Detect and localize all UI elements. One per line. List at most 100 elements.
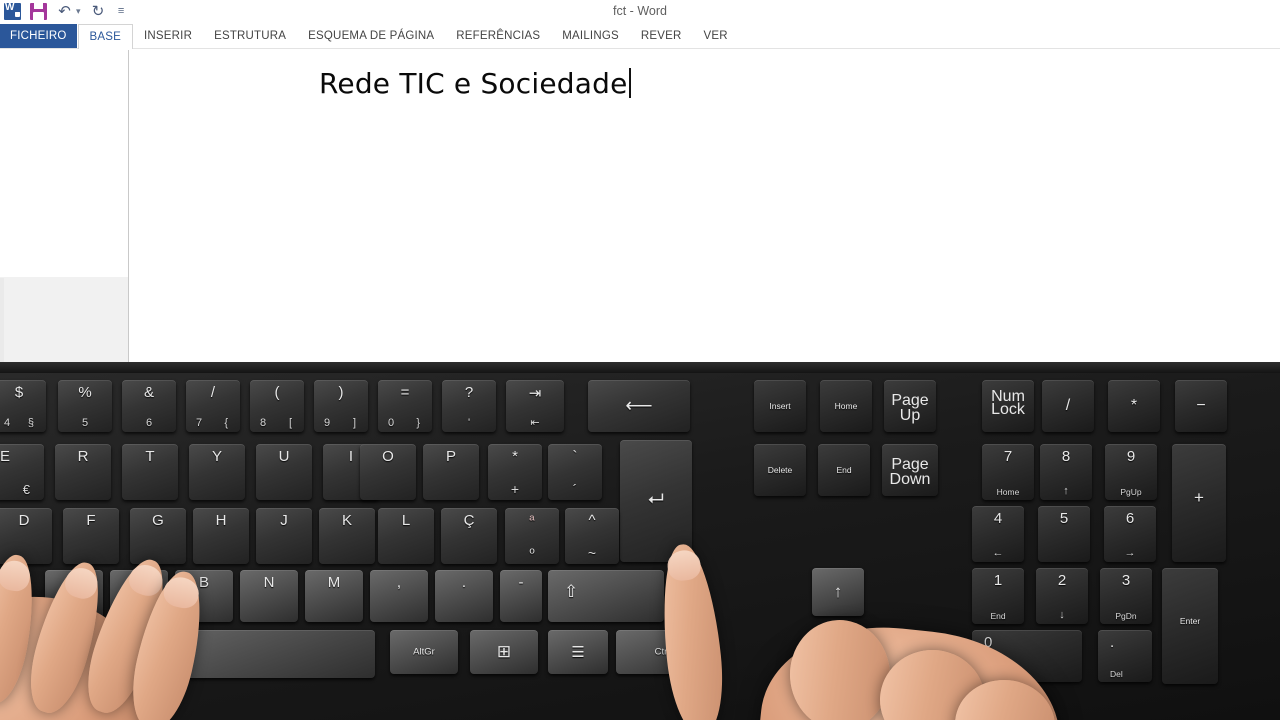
key-0[interactable]: = 0 } [378,380,432,432]
numpad-decimal-key[interactable]: . Del [1098,630,1152,682]
numpad-2-key[interactable]: 2 ↓ [1036,568,1088,624]
key-circumflex[interactable]: ^ ~ [565,508,619,564]
key-cedilla[interactable]: Ç [441,508,497,564]
key-4-top-label: $ [14,384,24,401]
numpad-9-sub-label: PgUp [1120,487,1142,497]
document-body-text[interactable]: Rede TIC e Sociedade [319,67,631,100]
numpad-5-key[interactable]: 5 [1038,506,1090,562]
key-8[interactable]: ( 8 [ [250,380,304,432]
key-p[interactable]: P [423,444,479,500]
key-ordinal[interactable]: ª º [505,508,559,564]
end-key[interactable]: End [818,444,870,496]
key-e-euro-label: € [22,482,30,497]
key-o[interactable]: O [360,444,416,500]
numpad-6-key[interactable]: 6 → [1104,506,1156,562]
numpad-8-key[interactable]: 8 ↑ [1040,444,1092,500]
insert-key[interactable]: Insert [754,380,806,432]
key-t[interactable]: T [122,444,178,500]
document-canvas[interactable]: Rede TIC e Sociedade [130,50,1280,362]
page-down-key[interactable]: Page Down [882,444,938,496]
windows-key[interactable]: ⊞ [470,630,538,674]
key-h-label: H [215,512,227,529]
key-j[interactable]: J [256,508,312,564]
menu-key[interactable]: ☰ [548,630,608,674]
numpad-divide-key[interactable]: / [1042,380,1094,432]
keyboard-top-bevel [0,362,1280,373]
key-f[interactable]: F [63,508,119,564]
tab-ver[interactable]: VER [692,24,738,48]
tab-ficheiro[interactable]: FICHEIRO [0,24,77,48]
key-comma[interactable]: , [370,570,428,622]
tab-key[interactable]: ⇥ ⇤ [506,380,564,432]
key-acute[interactable]: ` ´ [548,444,602,500]
numpad-1-label: 1 [993,572,1003,589]
key-j-label: J [280,512,288,529]
document-title: fct - Word [613,4,667,18]
numpad-6-sub-icon: → [1124,547,1136,559]
numpad-minus-key[interactable]: − [1175,380,1227,432]
key-k[interactable]: K [319,508,375,564]
key-e[interactable]: E € [0,444,44,500]
key-apostrophe[interactable]: ? ' [442,380,496,432]
numpad-multiply-key[interactable]: * [1108,380,1160,432]
key-u[interactable]: U [256,444,312,500]
tab-rever[interactable]: REVER [630,24,693,48]
key-cedilla-label: Ç [463,512,475,529]
key-m[interactable]: M [305,570,363,622]
key-7[interactable]: / 7 { [186,380,240,432]
numpad-enter-key[interactable]: Enter [1162,568,1218,684]
numpad-4-key[interactable]: 4 ← [972,506,1024,562]
key-period[interactable]: . [435,570,493,622]
delete-key-label: Delete [767,465,793,475]
right-shift-key[interactable]: ⇧ [548,570,664,622]
numpad-3-label: 3 [1121,572,1131,589]
key-5[interactable]: % 5 [58,380,112,432]
numpad-plus-key[interactable]: + [1172,444,1226,562]
left-hand-finger-1-nail [0,558,33,594]
navigation-pane-scrollbar[interactable] [0,278,4,362]
insert-key-label: Insert [769,401,791,411]
arrow-up-key[interactable]: ↑ [812,568,864,616]
key-l[interactable]: L [378,508,434,564]
key-y[interactable]: Y [189,444,245,500]
key-f-label: F [86,512,96,529]
delete-key[interactable]: Delete [754,444,806,496]
tab-base[interactable]: BASE [77,24,134,49]
key-6[interactable]: & 6 [122,380,176,432]
key-g[interactable]: G [130,508,186,564]
altgr-key[interactable]: AltGr [390,630,458,674]
numpad-7-key[interactable]: 7 Home [982,444,1034,500]
ribbon-tab-bar[interactable]: FICHEIRO BASE INSERIR ESTRUTURA ESQUEMA … [0,24,1280,49]
numlock-key[interactable]: Num Lock [982,380,1034,432]
numpad-2-label: 2 [1057,572,1067,589]
page-up-key[interactable]: Page Up [884,380,936,432]
key-k-label: K [341,512,352,529]
key-4[interactable]: $ 4 § [0,380,46,432]
numpad-9-label: 9 [1126,448,1136,465]
key-plus[interactable]: * + [488,444,542,500]
backspace-key[interactable]: ⟵ [588,380,690,432]
tab-estrutura[interactable]: ESTRUTURA [203,24,297,48]
navigation-pane[interactable] [0,50,129,362]
page-down-key-label-bottom: Down [889,471,931,488]
key-tilde-label: ~ [587,545,597,561]
tab-mailings[interactable]: MAILINGS [551,24,630,48]
key-r[interactable]: R [55,444,111,500]
numpad-1-key[interactable]: 1 End [972,568,1024,624]
key-d[interactable]: D [0,508,52,564]
key-minus[interactable]: - [500,570,542,622]
key-p-label: P [445,448,456,465]
home-key[interactable]: Home [820,380,872,432]
key-feminine-ordinal-label: ª [529,512,535,528]
key-h[interactable]: H [193,508,249,564]
numpad-9-key[interactable]: 9 PgUp [1105,444,1157,500]
key-9[interactable]: ) 9 ] [314,380,368,432]
tab-esquema-de-pagina[interactable]: ESQUEMA DE PÁGINA [297,24,445,48]
key-n[interactable]: N [240,570,298,622]
key-masculine-ordinal-label: º [529,545,535,561]
tab-inserir[interactable]: INSERIR [133,24,203,48]
numpad-decimal-label: . [1110,634,1115,651]
numpad-4-label: 4 [993,510,1003,527]
tab-referencias[interactable]: REFERÊNCIAS [445,24,551,48]
numpad-3-key[interactable]: 3 PgDn [1100,568,1152,624]
